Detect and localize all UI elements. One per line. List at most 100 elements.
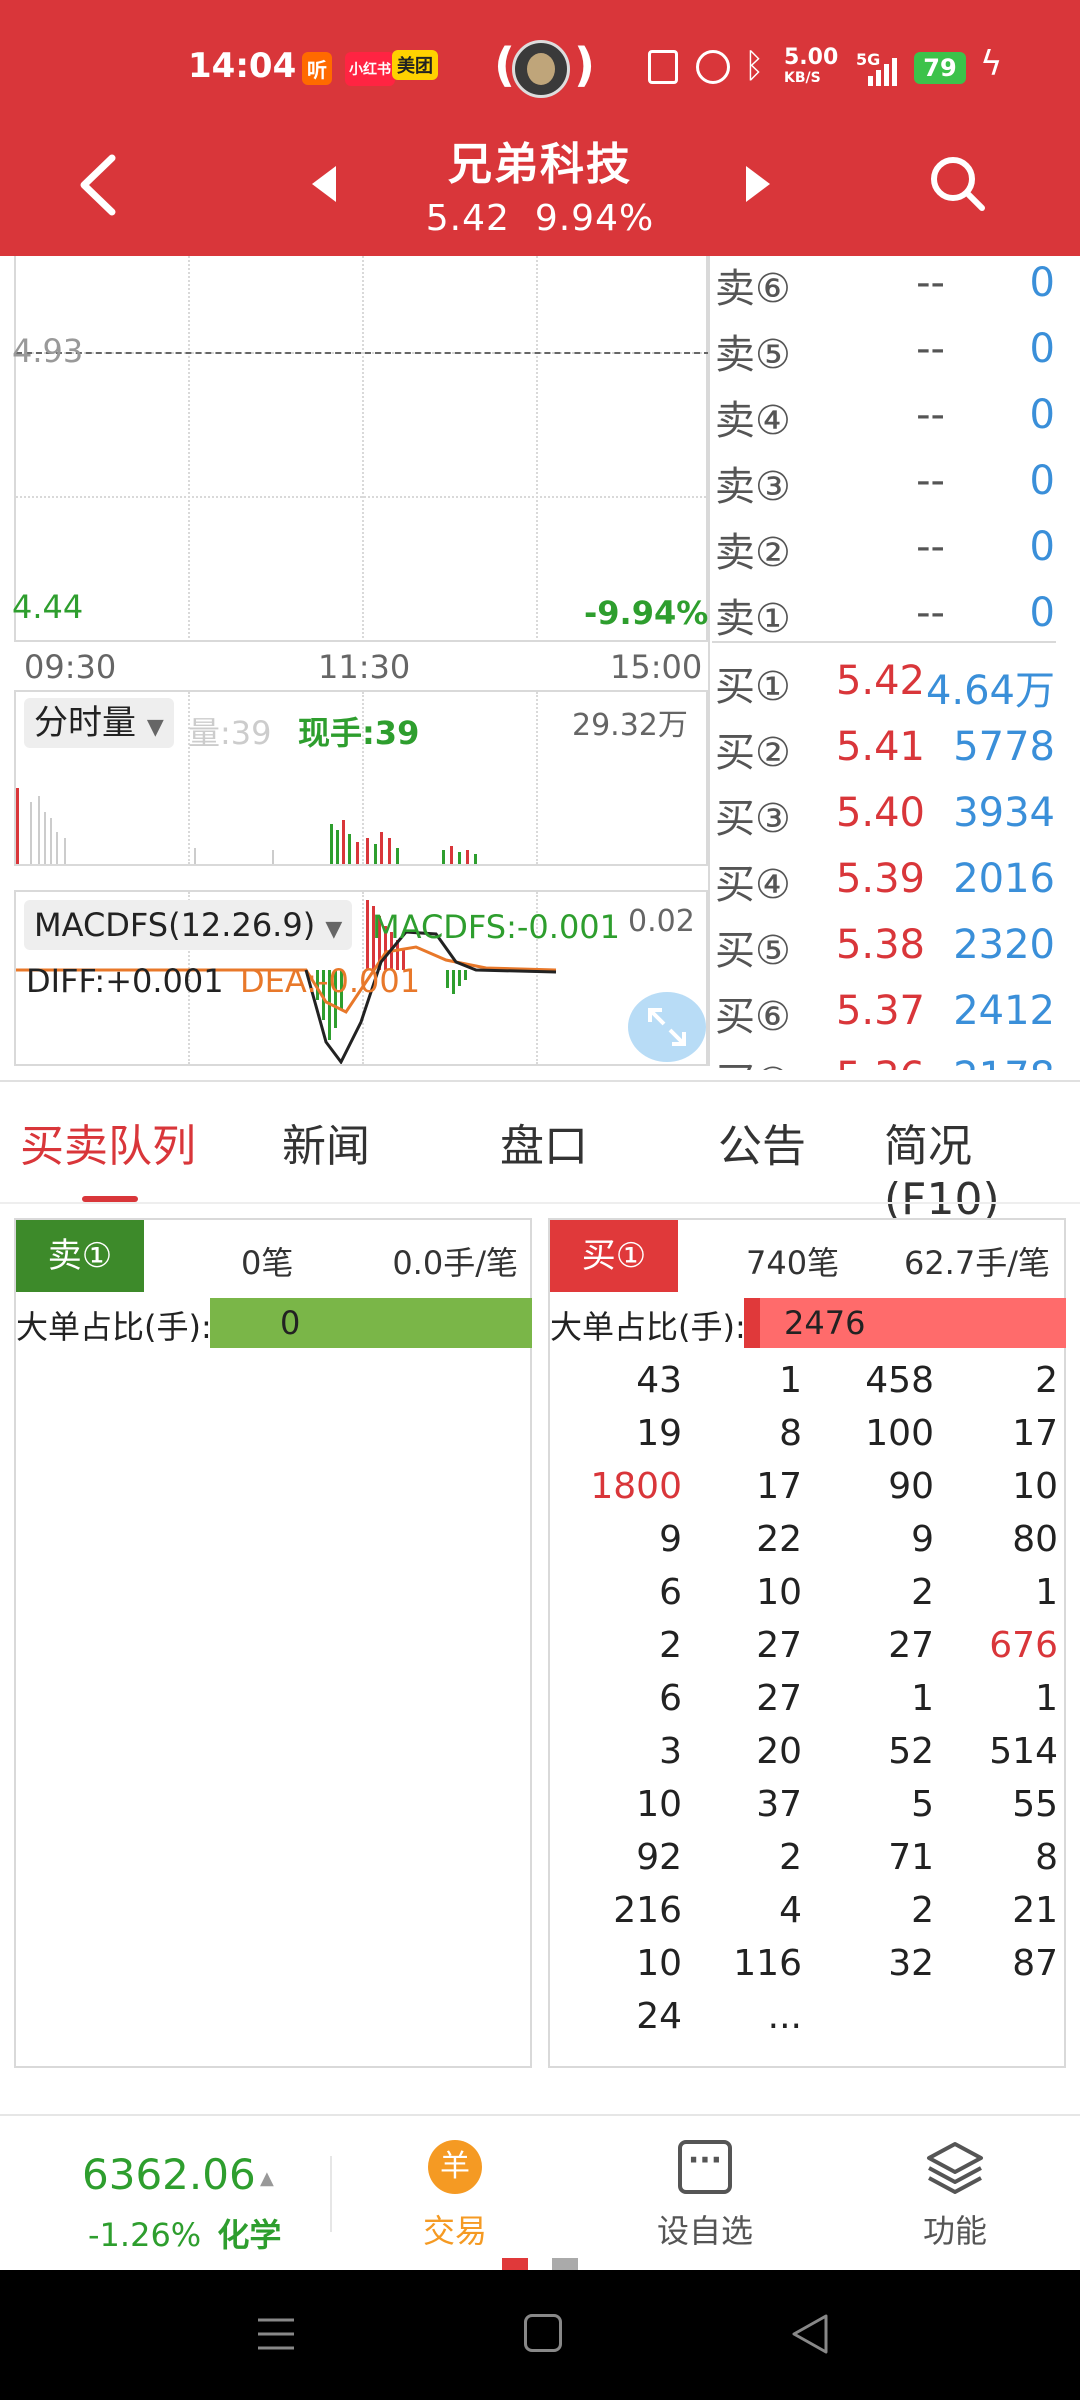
queue-order-cell: 17 <box>756 1466 802 1507</box>
buy-big-ratio-value: 2476 <box>784 1304 866 1342</box>
queue-order-cell: 8 <box>779 1413 802 1454</box>
queue-order-cell: 24 <box>636 1996 682 2037</box>
caret-up-icon: ▲ <box>260 2168 274 2189</box>
tab-profile-f10[interactable]: 简况(F10) <box>884 1110 1080 1225</box>
queue-order-cell: 27 <box>756 1625 802 1666</box>
queue-order-cell: 1 <box>779 1360 802 1401</box>
buy-level-row[interactable]: 买⑥ 5.37 2412 <box>715 978 1055 1044</box>
buy-level-price: 5.41 <box>835 724 925 770</box>
index-change[interactable]: -1.26% 化学 <box>88 2210 281 2256</box>
screen: 14:04 听 小红书 美团 ( ) ᛒ 5.00 KB/S 5G 79 ϟ 兄… <box>0 0 1080 2400</box>
sell-level-row[interactable]: 卖④ -- 0 <box>715 382 1055 448</box>
tabs-bottom-border <box>0 1202 1080 1204</box>
trade-label: 交易 <box>422 2212 487 2250</box>
sell-level-label: 卖③ <box>715 464 791 510</box>
function-label: 功能 <box>922 2212 987 2250</box>
queue-order-cell: 100 <box>865 1413 934 1454</box>
buy-level-volume: 2412 <box>953 988 1055 1034</box>
queue-order-cell: 55 <box>1012 1784 1058 1825</box>
buy-level-volume: 3934 <box>953 790 1055 836</box>
sell-level-label: 卖② <box>715 530 791 576</box>
queue-order-cell: 71 <box>888 1837 934 1878</box>
back-triangle-icon[interactable] <box>790 2312 830 2356</box>
bottom-bar: 6362.06 ▲ -1.26% 化学 羊 交易 ··· 设自选 功能 <box>0 2114 1080 2272</box>
queue-order-cell: 9 <box>911 1519 934 1560</box>
sell-queue-orders: 0笔 <box>241 1244 294 1282</box>
sell-level-row[interactable]: 卖⑤ -- 0 <box>715 316 1055 382</box>
queue-order-cell: 21 <box>1012 1890 1058 1931</box>
trade-button[interactable]: 羊 交易 <box>380 2116 530 2272</box>
order-book: 卖⑥ -- 0 卖⑤ -- 0 卖④ -- 0 卖③ -- 0 卖② -- 0 卖① -- 0 买① 5.42 4.64… <box>0 0 1080 1070</box>
tab-trade-queue[interactable]: 买卖队列 <box>20 1110 196 1174</box>
sell-level-row[interactable]: 卖⑥ -- 0 <box>715 250 1055 316</box>
queue-order-cell: 27 <box>756 1678 802 1719</box>
sell-queue-tag: 卖① <box>16 1220 144 1292</box>
tab-order-book[interactable]: 盘口 <box>500 1110 588 1174</box>
queue-order-cell: 2 <box>911 1572 934 1613</box>
queue-order-cell: 3 <box>659 1731 682 1772</box>
buy-level-row[interactable]: 买③ 5.40 3934 <box>715 780 1055 846</box>
queue-order-cell: 514 <box>989 1731 1058 1772</box>
buy-level-price: 5.38 <box>835 922 925 968</box>
index-value[interactable]: 6362.06 <box>82 2150 256 2199</box>
buy-level-label: 买③ <box>715 796 791 842</box>
buy-level-row[interactable]: 买⑦ 5.36 2178 <box>715 1044 1055 1070</box>
sell-level-row[interactable]: 卖② -- 0 <box>715 514 1055 580</box>
buy-level-price: 5.36 <box>836 1054 925 1070</box>
function-button[interactable]: 功能 <box>880 2116 1030 2272</box>
sell-level-price: -- <box>916 260 945 306</box>
sell-level-label: 卖① <box>715 596 791 642</box>
queue-order-cell: 10 <box>1012 1466 1058 1507</box>
queue-order-cell: 6 <box>659 1572 682 1613</box>
buy-level-volume: 5778 <box>953 724 1055 770</box>
tab-announcements[interactable]: 公告 <box>718 1110 806 1174</box>
queue-order-cell: 1 <box>1035 1572 1058 1613</box>
queue-order-cell: 2 <box>911 1890 934 1931</box>
queue-order-cell: 92 <box>636 1837 682 1878</box>
sell-level-row[interactable]: 卖③ -- 0 <box>715 448 1055 514</box>
queue-order-cell: 6 <box>659 1678 682 1719</box>
queue-order-cell: 8 <box>1035 1837 1058 1878</box>
layers-icon <box>927 2142 983 2194</box>
queue-order-cell: 10 <box>756 1572 802 1613</box>
sell-level-price: -- <box>916 590 945 636</box>
buy-level-row[interactable]: 买⑤ 5.38 2320 <box>715 912 1055 978</box>
watchlist-icon: ··· <box>678 2140 732 2194</box>
buy-level-price: 5.39 <box>835 856 925 902</box>
sell-level-row[interactable]: 卖① -- 0 <box>715 580 1055 646</box>
queue-order-cell: 27 <box>888 1625 934 1666</box>
index-change-pct: -1.26% <box>88 2216 202 2254</box>
sell-level-volume: 0 <box>1029 260 1055 306</box>
buy-level-price: 5.40 <box>835 790 925 836</box>
buy-level-row[interactable]: 买① 5.42 4.64万 <box>715 648 1055 714</box>
queue-order-cell: 4 <box>779 1890 802 1931</box>
sell-level-volume: 0 <box>1029 326 1055 372</box>
home-icon[interactable] <box>524 2314 562 2352</box>
buy-level-row[interactable]: 买② 5.41 5778 <box>715 714 1055 780</box>
buy-level-volume: 2178 <box>953 1054 1055 1070</box>
queue-order-cell: 2 <box>1035 1360 1058 1401</box>
watchlist-label: 设自选 <box>656 2212 753 2250</box>
queue-order-cell: 22 <box>756 1519 802 1560</box>
sell-level-price: -- <box>916 458 945 504</box>
queue-order-cell: 52 <box>888 1731 934 1772</box>
queue-order-cell: 676 <box>989 1625 1058 1666</box>
queue-order-cell: 2 <box>779 1837 802 1878</box>
queue-order-cell: 43 <box>636 1360 682 1401</box>
sell-level-label: 卖④ <box>715 398 791 444</box>
sell-queue-panel: 卖① 0笔 0.0手/笔 大单占比(手): 0 <box>14 1218 532 2068</box>
tab-news[interactable]: 新闻 <box>282 1110 370 1174</box>
queue-order-cell: 10 <box>636 1943 682 1984</box>
queue-order-cell: 2 <box>659 1625 682 1666</box>
queue-order-cell: 90 <box>888 1466 934 1507</box>
tabs-top-border <box>0 1080 1080 1082</box>
order-book-separator <box>712 641 1056 643</box>
menu-icon[interactable] <box>256 2314 296 2354</box>
buy-level-row[interactable]: 买④ 5.39 2016 <box>715 846 1055 912</box>
queue-order-cell: 1 <box>1035 1678 1058 1719</box>
queue-order-cell: 17 <box>1012 1413 1058 1454</box>
sell-level-label: 卖⑤ <box>715 332 791 378</box>
buy-level-volume: 2320 <box>953 922 1055 968</box>
queue-order-cell: 19 <box>636 1413 682 1454</box>
add-watchlist-button[interactable]: ··· 设自选 <box>630 2116 780 2272</box>
